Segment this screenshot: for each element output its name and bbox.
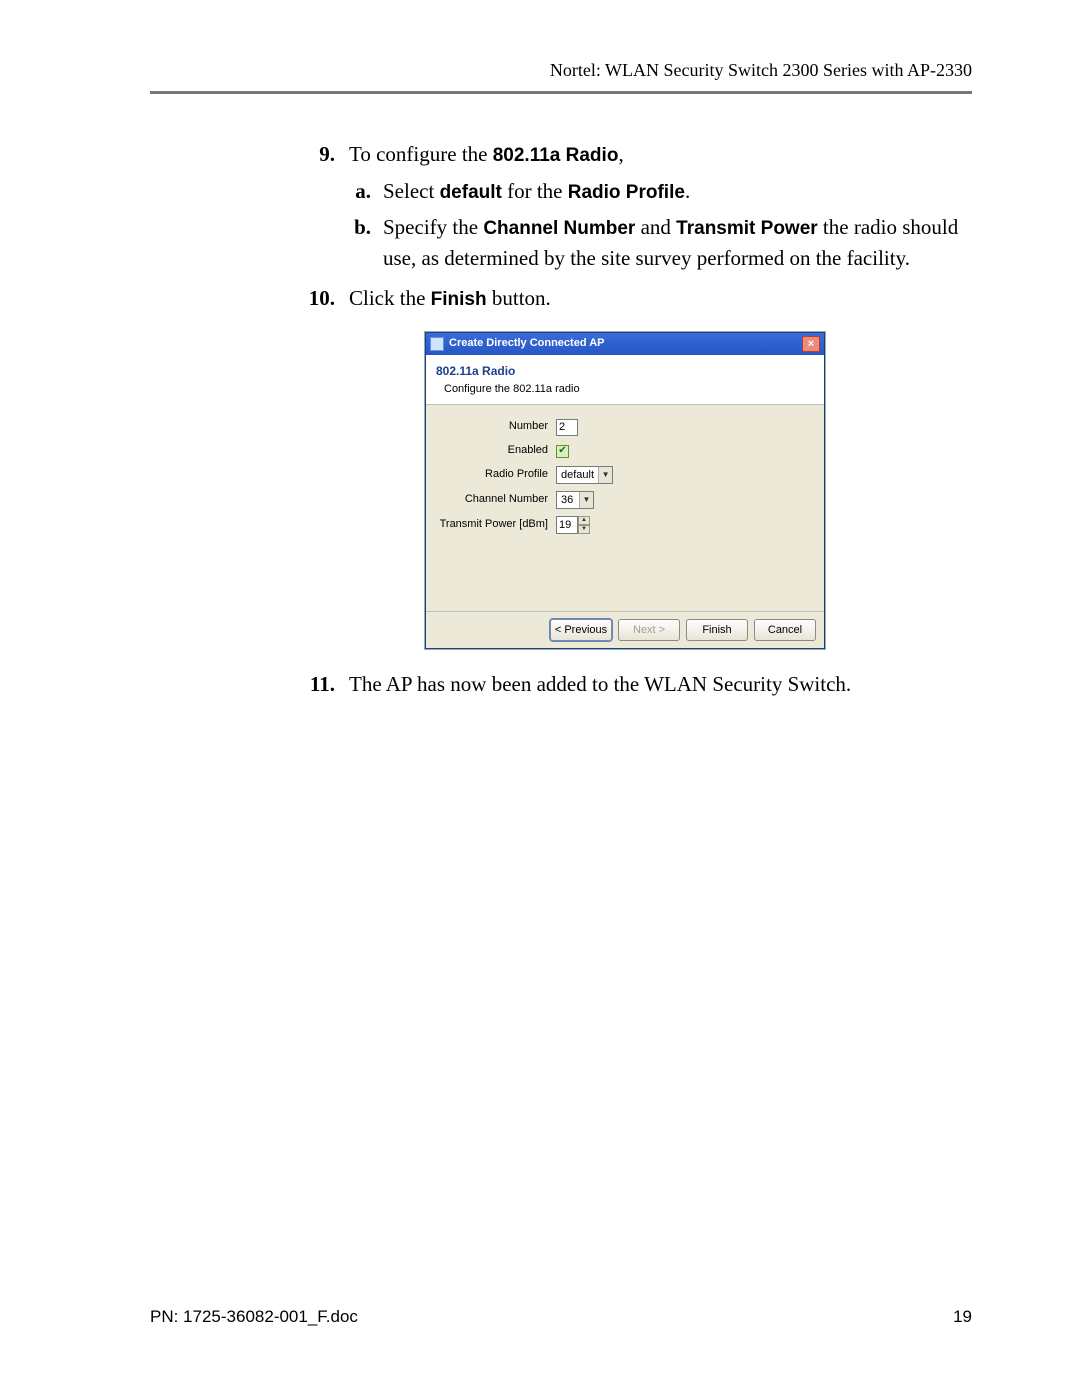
step-9a-b1: default — [440, 182, 502, 203]
field-enabled: Enabled ✔ — [436, 443, 814, 459]
footer-pn: PN: 1725-36082-001_F.doc — [150, 1307, 358, 1327]
step-9-bold: 802.11a Radio — [493, 145, 619, 166]
next-button: Next > — [618, 619, 680, 641]
step-10-t2: button. — [487, 286, 551, 310]
label-number: Number — [436, 419, 556, 435]
label-tx-power: Transmit Power [dBm] — [436, 517, 556, 533]
spinner-tx-power-value[interactable]: 19 — [556, 516, 578, 534]
combo-channel-number[interactable]: 36 ▼ — [556, 491, 594, 509]
label-radio-profile: Radio Profile — [436, 467, 556, 483]
app-icon — [430, 337, 444, 351]
step-11: 11. The AP has now been added to the WLA… — [295, 669, 972, 699]
dialog-button-bar: < Previous Next > Finish Cancel — [426, 611, 824, 648]
step-9b: b. Specify the Channel Number and Transm… — [349, 212, 972, 273]
checkbox-enabled[interactable]: ✔ — [556, 445, 569, 458]
step-9a-t2: for the — [502, 179, 568, 203]
instructions: 9. To configure the 802.11a Radio, a. Se… — [295, 139, 972, 699]
step-9a-t3: . — [685, 179, 690, 203]
field-number: Number 2 — [436, 419, 814, 436]
step-9a-b2: Radio Profile — [568, 182, 685, 203]
step-9b-b1: Channel Number — [483, 218, 635, 239]
page-header: Nortel: WLAN Security Switch 2300 Series… — [150, 60, 972, 81]
step-9-suffix: , — [618, 142, 623, 166]
dialog-titlebar[interactable]: Create Directly Connected AP × — [426, 333, 824, 355]
spinner-tx-power[interactable]: 19 ▲ ▼ — [556, 516, 590, 534]
step-10: 10. Click the Finish button. — [295, 283, 972, 314]
spinner-up-icon[interactable]: ▲ — [578, 516, 590, 525]
label-channel-number: Channel Number — [436, 492, 556, 508]
dialog-create-ap: Create Directly Connected AP × 802.11a R… — [425, 332, 825, 649]
spinner-down-icon[interactable]: ▼ — [578, 525, 590, 534]
step-9b-t1: Specify the — [383, 215, 483, 239]
header-rule — [150, 91, 972, 94]
step-11-text: The AP has now been added to the WLAN Se… — [349, 672, 851, 696]
previous-button[interactable]: < Previous — [550, 619, 612, 641]
cancel-button[interactable]: Cancel — [754, 619, 816, 641]
footer-page-number: 19 — [953, 1307, 972, 1327]
step-10-number: 10. — [295, 283, 335, 314]
combo-radio-profile-value: default — [557, 467, 598, 483]
step-9-number: 9. — [295, 139, 335, 273]
page-footer: PN: 1725-36082-001_F.doc 19 — [150, 1307, 972, 1327]
dialog-header: 802.11a Radio Configure the 802.11a radi… — [426, 355, 824, 404]
step-9-text-prefix: To configure the — [349, 142, 493, 166]
step-9a-t1: Select — [383, 179, 440, 203]
step-9a-number: a. — [349, 176, 371, 207]
finish-button[interactable]: Finish — [686, 619, 748, 641]
label-enabled: Enabled — [436, 443, 556, 459]
field-radio-profile: Radio Profile default ▼ — [436, 466, 814, 484]
dialog-heading: 802.11a Radio — [436, 363, 814, 380]
step-9b-t2: and — [635, 215, 676, 239]
step-9b-number: b. — [349, 212, 371, 273]
combo-channel-number-value: 36 — [557, 492, 579, 508]
chevron-down-icon[interactable]: ▼ — [579, 492, 593, 508]
dialog-body: Number 2 Enabled ✔ Radio Profile def — [426, 404, 824, 611]
step-10-t1: Click the — [349, 286, 431, 310]
field-tx-power: Transmit Power [dBm] 19 ▲ ▼ — [436, 516, 814, 534]
field-channel-number: Channel Number 36 ▼ — [436, 491, 814, 509]
dialog-subheading: Configure the 802.11a radio — [436, 382, 814, 398]
step-9: 9. To configure the 802.11a Radio, a. Se… — [295, 139, 972, 273]
input-number[interactable]: 2 — [556, 419, 578, 436]
chevron-down-icon[interactable]: ▼ — [598, 467, 612, 483]
step-11-number: 11. — [295, 669, 335, 699]
step-10-b1: Finish — [431, 289, 487, 310]
combo-radio-profile[interactable]: default ▼ — [556, 466, 613, 484]
close-icon[interactable]: × — [802, 336, 820, 352]
step-9b-b2: Transmit Power — [676, 218, 818, 239]
step-9a: a. Select default for the Radio Profile. — [349, 176, 972, 207]
dialog-title: Create Directly Connected AP — [449, 336, 802, 352]
